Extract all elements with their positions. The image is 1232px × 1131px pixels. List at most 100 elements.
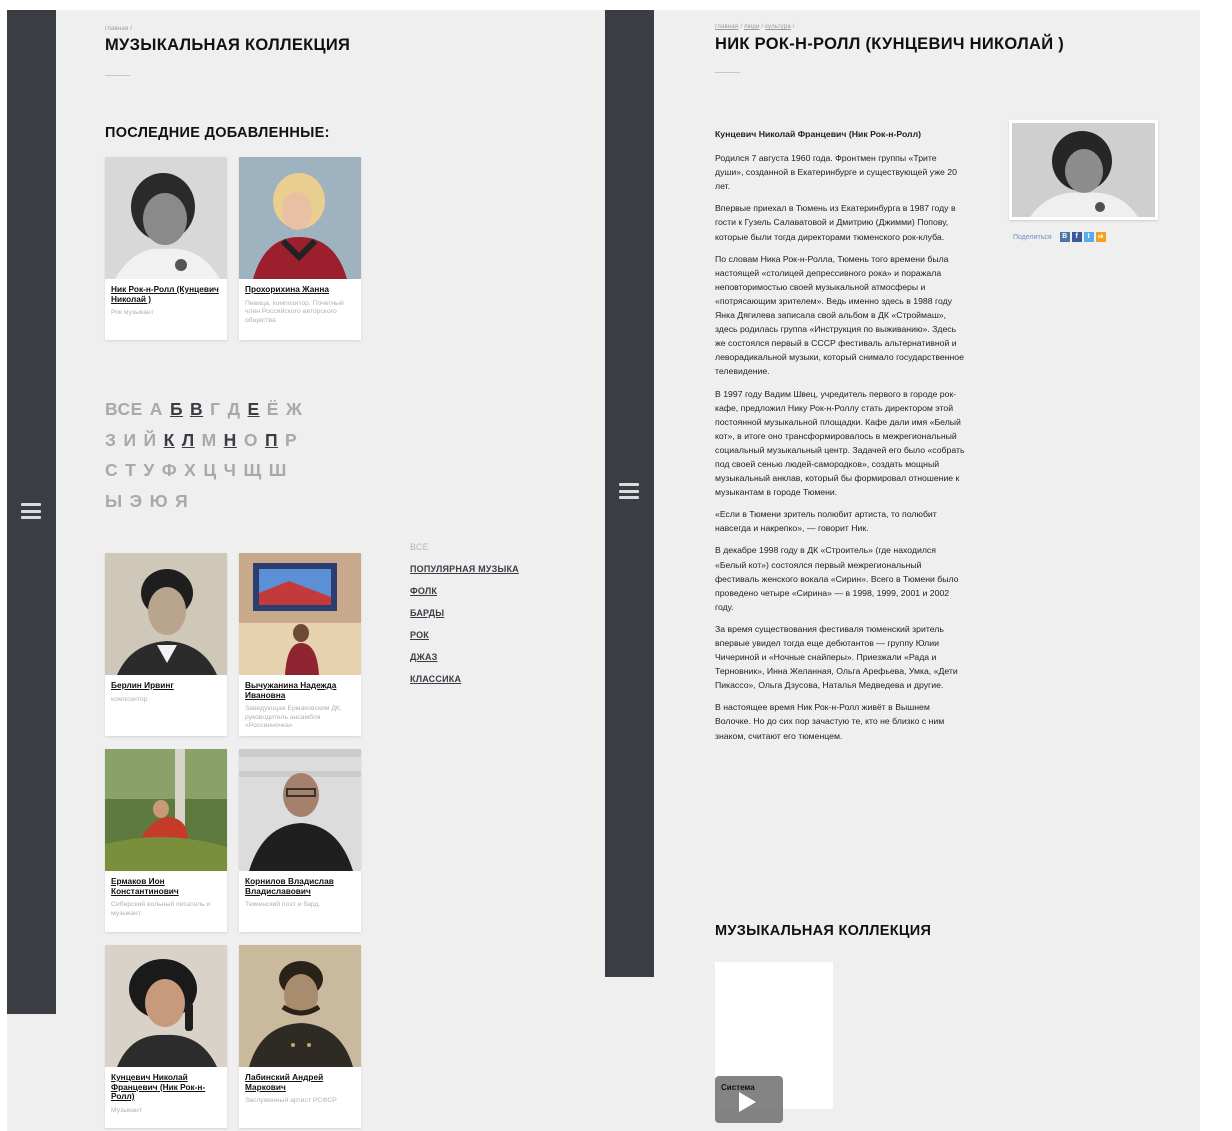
article-paragraph: В декабре 1998 году в ДК «Строитель» (гд… [715, 545, 959, 612]
person-link[interactable]: Корнилов Владислав Владиславович [245, 876, 355, 896]
alphabet-letter: Ц [203, 460, 217, 480]
recent-card[interactable]: Прохорихина Жанна Певица, композитор. По… [239, 157, 361, 340]
article-lead: Кунцевич Николай Францевич (Ник Рок-н-Ро… [715, 129, 921, 139]
alphabet-letter: Ш [268, 460, 287, 480]
alphabet-letter: Э [129, 490, 143, 511]
odnoklassniki-share-icon[interactable]: ok [1095, 232, 1106, 242]
alphabet-letter[interactable]: Л [182, 425, 195, 456]
person-description: Тюменский поэт и бард. [245, 901, 321, 908]
genre-link[interactable]: БАРДЫ [410, 607, 519, 629]
person-card[interactable]: Кунцевич Николай Францевич (Ник Рок-н-Ро… [105, 945, 227, 1128]
alphabet-letter: Р [285, 429, 298, 450]
article-paragraph: В 1997 году Вадим Швец, учредитель перво… [715, 388, 965, 498]
genre-link[interactable]: ДЖАЗ [410, 651, 519, 673]
person-link[interactable]: Прохорихина Жанна [245, 284, 355, 295]
video-player[interactable]: Система [715, 1076, 783, 1123]
alphabet-letter[interactable]: Н [224, 425, 237, 456]
alphabet-letter: Я [175, 490, 189, 511]
person-link[interactable]: Берлин Ирвинг [111, 680, 221, 691]
person-description: Музыкант [111, 1106, 142, 1114]
person-description: Заслуженный артист РСФСР [245, 1097, 337, 1104]
alphabet-letter: Д [227, 399, 241, 419]
breadcrumb-link-home[interactable]: главная [715, 24, 738, 30]
person-description: композитор [111, 695, 148, 703]
person-card[interactable]: Лабинский Андрей Маркович Заслуженный ар… [239, 945, 361, 1128]
recent-card[interactable]: Ник Рок-н-Ролл (Кунцевич Николай ) Рок м… [105, 157, 227, 340]
person-link[interactable]: Кунцевич Николай Францевич (Ник Рок-н-Ро… [111, 1072, 221, 1102]
recent-title: ПОСЛЕДНИЕ ДОБАВЛЕННЫЕ: [105, 125, 330, 141]
alphabet-letter[interactable]: Б [170, 394, 183, 425]
genre-filter: ВСЕ ПОПУЛЯРНАЯ МУЗЫКА ФОЛК БАРДЫ РОК ДЖАЗ КЛАС… [410, 541, 519, 695]
portrait-photo [105, 749, 227, 871]
page-title: НИК РОК-Н-РОЛЛ (КУНЦЕВИЧ НИКОЛАЙ ) [715, 35, 1065, 53]
alphabet-letter[interactable]: Е [248, 394, 260, 425]
genre-link[interactable]: ПОПУЛЯРНАЯ МУЗЫКА [410, 563, 519, 585]
genre-link[interactable]: ФОЛК [410, 585, 519, 607]
person-description: Сибирский вольный писатель и музыкант [111, 901, 211, 917]
person-card[interactable]: Корнилов Владислав Владиславович Тюменск… [239, 749, 361, 932]
alphabet-letter: ВСЕ [105, 399, 143, 419]
breadcrumb[interactable]: главная / [105, 26, 132, 32]
alphabet-letter[interactable]: К [164, 425, 175, 456]
alphabet-letter: А [149, 399, 163, 419]
article-paragraph: «Если в Тюмени зритель полюбит артиста, … [715, 509, 937, 534]
person-link[interactable]: Ник Рок-н-Ролл (Кунцевич Николай ) [111, 284, 221, 304]
alphabet-letter[interactable]: П [265, 425, 278, 456]
alphabet-letter: Ж [285, 399, 303, 419]
person-link[interactable]: Лабинский Андрей Маркович [245, 1072, 355, 1092]
alphabet-letter: М [201, 429, 217, 450]
video-title: Система [721, 1083, 755, 1092]
portrait-photo [239, 157, 361, 279]
alphabet-letter: Г [210, 399, 221, 419]
person-card[interactable]: Вычужанина Надежда Ивановна Заведующая Е… [239, 553, 361, 736]
genre-link[interactable]: РОК [410, 629, 519, 651]
portrait-photo [105, 553, 227, 675]
play-icon[interactable] [739, 1092, 756, 1112]
share-label: Поделиться [1013, 233, 1052, 241]
page-title: МУЗЫКАЛЬНАЯ КОЛЛЕКЦИЯ [105, 36, 351, 54]
alphabet-letter: С [105, 460, 119, 480]
article-paragraph: В настоящее время Ник Рок-н-Ролл живёт в… [715, 702, 945, 741]
facebook-share-icon[interactable]: f [1071, 232, 1082, 242]
share-bar: Поделиться Вf t ok [1013, 232, 1106, 242]
person-link[interactable]: Ермаков Ион Константинович [111, 876, 221, 896]
alphabet-letter: Ч [223, 460, 237, 480]
alphabet-filter: ВСЕ А Б В Г Д Е Ё Ж З И Й К Л М Н О П Р С Т У Ф Х Ц Ч Щ Ш Ы Э Ю Я [105, 394, 365, 516]
alphabet-letter: Й [143, 429, 157, 450]
portrait-photo [105, 157, 227, 279]
breadcrumb-link-culture[interactable]: культура [765, 24, 791, 30]
person-card[interactable]: Ермаков Ион Константинович Сибирский вол… [105, 749, 227, 932]
alphabet-letter[interactable]: В [190, 394, 203, 425]
alphabet-letter: О [243, 429, 258, 450]
twitter-share-icon[interactable]: t [1083, 232, 1094, 242]
menu-icon[interactable] [619, 483, 639, 499]
genre-link[interactable]: КЛАССИКА [410, 673, 519, 695]
person-description: Заведующая Ермаковским ДК, руководитель … [245, 705, 342, 730]
portrait-photo [239, 749, 361, 871]
alphabet-letter: И [123, 429, 137, 450]
breadcrumb: главная / люди / культура / [715, 24, 795, 30]
vk-share-icon[interactable]: В [1059, 232, 1070, 242]
alphabet-row: ВСЕ А Б В Г Д Е Ё Ж [105, 394, 365, 425]
article-body: Кунцевич Николай Францевич (Ник Рок-н-Ро… [715, 127, 965, 751]
collection-page: главная / МУЗЫКАЛЬНАЯ КОЛЛЕКЦИЯ ПОСЛЕДНИ… [7, 10, 605, 1131]
alphabet-letter: У [143, 460, 155, 480]
person-page: главная / люди / культура / НИК РОК-Н-РО… [605, 10, 1200, 1131]
breadcrumb-link-people[interactable]: люди [744, 24, 760, 30]
person-description: Певица, композитор. Почетный член Россий… [245, 299, 344, 324]
alphabet-row: СТУФХЦЧЩШ [105, 455, 365, 486]
title-divider [715, 72, 740, 73]
portrait-photo [239, 553, 361, 675]
alphabet-letter: Ю [149, 490, 169, 511]
portrait-photo [239, 945, 361, 1067]
side-rail [7, 10, 56, 1014]
person-link[interactable]: Вычужанина Надежда Ивановна [245, 680, 355, 700]
side-rail [605, 10, 654, 977]
alphabet-letter: Ё [266, 399, 279, 419]
genre-link[interactable]: ВСЕ [410, 541, 519, 563]
menu-icon[interactable] [21, 503, 41, 519]
person-card[interactable]: Берлин Ирвинг композитор [105, 553, 227, 736]
portrait-photo [105, 945, 227, 1067]
alphabet-letter: Х [184, 460, 197, 480]
title-divider [105, 75, 130, 76]
